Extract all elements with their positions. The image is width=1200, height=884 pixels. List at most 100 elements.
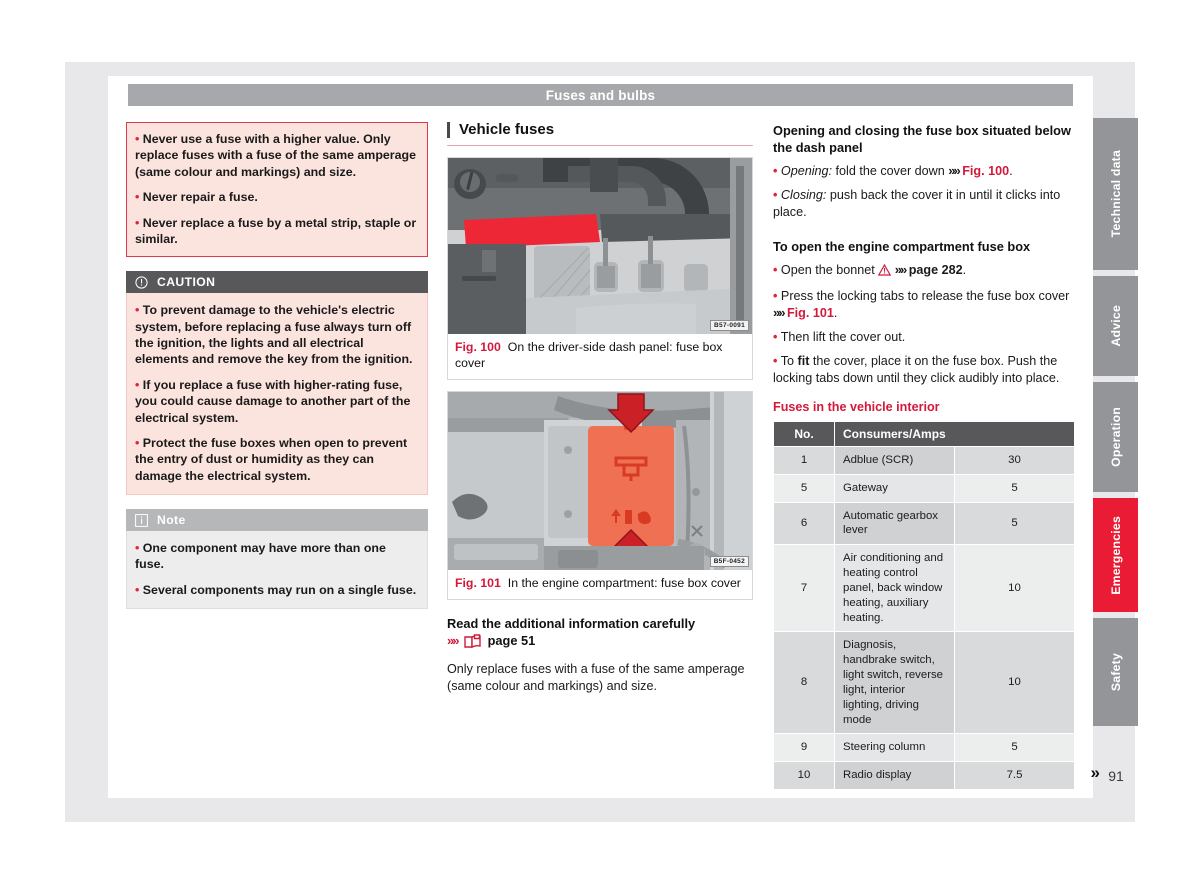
right-bullet: • Then lift the cover out.: [773, 330, 906, 345]
cell-no: 7: [773, 544, 835, 633]
warning-triangle-icon: [878, 263, 892, 281]
right-bullet: • Open the bonnet »» page 282.: [773, 261, 1075, 281]
cell-consumer: Air conditioning and heating control pan…: [834, 544, 955, 633]
figure-101-caption: Fig. 101 In the engine compartment: fuse …: [448, 570, 752, 599]
warning-box: • Never use a fuse with a higher value. …: [126, 122, 428, 258]
right-heading-2: To open the engine compartment fuse box: [773, 238, 1031, 254]
table-header-row: No. Consumers/Amps: [773, 420, 1075, 447]
cell-no: 10: [773, 761, 835, 790]
bullet-icon: •: [773, 187, 778, 202]
sidebar-tab-operation[interactable]: Operation: [1093, 382, 1138, 492]
bullet-icon: •: [135, 541, 140, 555]
right-bullet: • Opening: fold the cover down »» Fig. 1…: [773, 163, 1013, 179]
figure-101-number: Fig. 101: [455, 575, 501, 590]
note-item: • One component may have more than one f…: [135, 541, 386, 572]
sidebar-tab-technical-data[interactable]: Technical data: [1093, 118, 1138, 270]
caution-item: • Protect the fuse boxes when open to pr…: [135, 435, 408, 483]
figure-100-caption: Fig. 100 On the driver-side dash panel: f…: [448, 334, 752, 379]
cell-consumer: Adblue (SCR): [834, 445, 955, 475]
figure-101-caption-text: In the engine compartment: fuse box cove…: [507, 575, 741, 590]
caution-item: • If you replace a fuse with higher-rati…: [135, 377, 411, 425]
cell-amps: 7.5: [954, 761, 1075, 790]
right-bullet: • To fit the cover, place it on the fuse…: [773, 354, 1060, 386]
caution-box-header: CAUTION: [126, 271, 428, 294]
cell-no: 9: [773, 733, 835, 763]
figure-100-code: B57-0091: [710, 320, 749, 331]
page-number: 91: [1108, 768, 1124, 784]
page-header-bar: Fuses and bulbs: [128, 84, 1073, 106]
caution-box-title: CAUTION: [157, 275, 216, 290]
cell-no: 6: [773, 501, 835, 546]
sidebar-tab-safety[interactable]: Safety: [1093, 618, 1138, 726]
cell-consumer: Automatic gearbox lever: [834, 501, 955, 546]
bullet-icon: •: [773, 288, 778, 303]
sidebar-tab-label: Operation: [1108, 407, 1123, 467]
cell-amps: 10: [954, 631, 1075, 735]
bullet-icon: •: [773, 164, 778, 179]
sidebar-tab-label: Technical data: [1108, 150, 1123, 238]
exclamation-circle-icon: [135, 276, 148, 289]
fuse-table: No. Consumers/Amps 1 Adblue (SCR) 30 5 Gate…: [773, 420, 1075, 790]
fit-emphasis: fit: [797, 354, 810, 369]
section-tabs: Technical data Advice Operation Emergenc…: [1093, 118, 1138, 732]
cell-amps: 30: [954, 445, 1075, 475]
bullet-icon: •: [135, 132, 140, 146]
warning-item: • Never replace a fuse by a metal strip,…: [135, 215, 417, 246]
read-more-heading-text: Read the additional information carefull…: [447, 615, 696, 631]
cell-consumer: Diagnosis, handbrake switch, light switc…: [834, 631, 955, 735]
note-box-header: Note: [126, 509, 428, 531]
page-282-ref-link[interactable]: page 282: [909, 263, 963, 277]
table-row: 5 Gateway 5: [773, 473, 1075, 503]
column-header-no: No.: [773, 420, 835, 447]
caution-box-body: • To prevent damage to the vehicle's ele…: [126, 293, 428, 495]
section-divider: [447, 145, 753, 146]
table-title: Fuses in the vehicle interior: [773, 399, 940, 414]
cell-no: 5: [773, 473, 835, 503]
closing-label: Closing:: [780, 187, 827, 202]
cell-amps: 5: [954, 501, 1075, 546]
fuse-table-wrapper: No. Consumers/Amps 1 Adblue (SCR) 30 5 Gate…: [773, 420, 1100, 790]
note-box-title: Note: [157, 513, 186, 527]
bullet-icon: •: [135, 303, 140, 318]
bullet-icon: •: [135, 190, 140, 205]
sidebar-tab-emergencies[interactable]: Emergencies: [1093, 498, 1138, 612]
cell-amps: 5: [954, 473, 1075, 503]
warning-item: • Never repair a fuse.: [135, 190, 258, 205]
bullet-icon: •: [135, 435, 140, 450]
info-square-icon: [135, 513, 148, 527]
sidebar-tab-label: Advice: [1108, 305, 1123, 347]
read-more-heading: Read the additional information carefull…: [447, 616, 753, 652]
sidebar-tab-label: Safety: [1108, 652, 1123, 692]
cell-no: 1: [773, 445, 835, 475]
note-item: • Several components may run on a single…: [135, 582, 417, 597]
middle-paragraph: Only replace fuses with a fuse of the sa…: [447, 662, 745, 694]
cell-no: 8: [773, 631, 835, 735]
table-row: 7 Air conditioning and heating control pa…: [773, 544, 1075, 633]
right-bullet: • Closing: push back the cover it in unt…: [773, 187, 1061, 219]
bullet-icon: •: [773, 354, 778, 369]
warning-item: • Never use a fuse with a higher value. …: [135, 132, 416, 179]
fig-101-ref-link[interactable]: Fig. 101: [787, 306, 834, 320]
read-more-chevron: »»: [447, 632, 460, 648]
cell-consumer: Gateway: [834, 473, 955, 503]
cell-amps: 10: [954, 544, 1075, 633]
read-more-page-ref[interactable]: page 51: [488, 633, 536, 648]
dash-panel-illustration: [448, 158, 752, 334]
section-title: Vehicle fuses: [447, 122, 753, 138]
bullet-icon: •: [135, 377, 140, 392]
figure-100-number: Fig. 100: [455, 340, 501, 354]
caution-item: • To prevent damage to the vehicle's ele…: [135, 303, 413, 367]
sidebar-tab-label: Emergencies: [1108, 515, 1123, 595]
caution-box: CAUTION • To prevent damage to the vehic…: [126, 271, 428, 495]
engine-bay-illustration: [448, 391, 752, 570]
fig-100-ref-link[interactable]: Fig. 100: [962, 164, 1009, 178]
figure-101-image: B5F-0452: [448, 391, 752, 570]
table-row: 6 Automatic gearbox lever 5: [773, 501, 1075, 546]
note-box: Note • One component may have more than …: [126, 509, 428, 610]
sidebar-tab-advice[interactable]: Advice: [1093, 276, 1138, 376]
figure-100: B57-0091 Fig. 100 On the driver-side dash…: [447, 157, 753, 380]
table-row: 10 Radio display 7.5: [773, 761, 1075, 790]
bullet-icon: •: [773, 262, 778, 277]
note-box-body: • One component may have more than one f…: [126, 531, 428, 610]
figure-101: B5F-0452 Fig. 101 In the engine compartme…: [447, 390, 753, 600]
